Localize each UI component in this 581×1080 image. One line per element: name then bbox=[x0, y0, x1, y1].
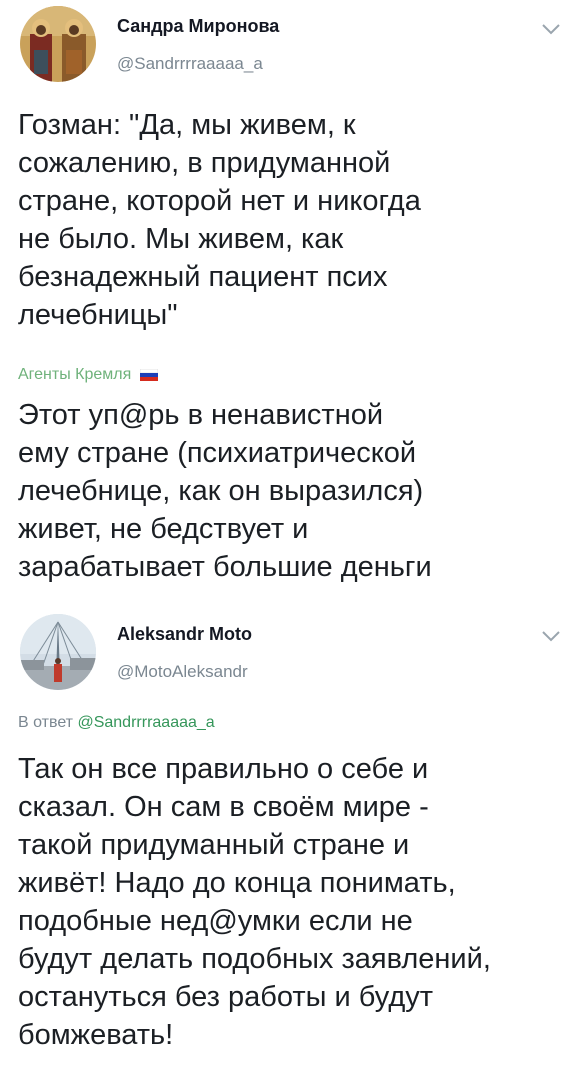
russia-flag-icon bbox=[139, 368, 158, 381]
reply-prefix: В ответ bbox=[18, 714, 74, 731]
author-handle[interactable]: @Sandrrrraaaaa_a bbox=[117, 54, 263, 74]
tweet-text: Так он все правильно о себе и сказал. Он… bbox=[18, 753, 491, 1051]
tweet-text: Гозман: "Да, мы живем, к сожалению, в пр… bbox=[18, 109, 421, 331]
avatar[interactable] bbox=[20, 614, 96, 690]
author-name[interactable]: Сандра Миронова bbox=[117, 16, 279, 37]
reply-to-link[interactable]: @Sandrrrraaaaa_a bbox=[77, 714, 214, 731]
reply-context: В ответ @Sandrrrraaaaa_a bbox=[18, 714, 215, 732]
author-name[interactable]: Aleksandr Moto bbox=[117, 624, 252, 645]
chevron-down-icon[interactable] bbox=[540, 629, 562, 643]
chevron-down-icon[interactable] bbox=[540, 22, 562, 36]
reply-text: Этот уп@рь в ненавистной ему стране (пси… bbox=[18, 399, 432, 583]
source-label-text[interactable]: Агенты Кремля bbox=[18, 366, 131, 383]
avatar[interactable] bbox=[20, 6, 96, 82]
source-label[interactable]: Агенты Кремля bbox=[18, 366, 158, 384]
author-handle[interactable]: @MotoAleksandr bbox=[117, 662, 248, 682]
